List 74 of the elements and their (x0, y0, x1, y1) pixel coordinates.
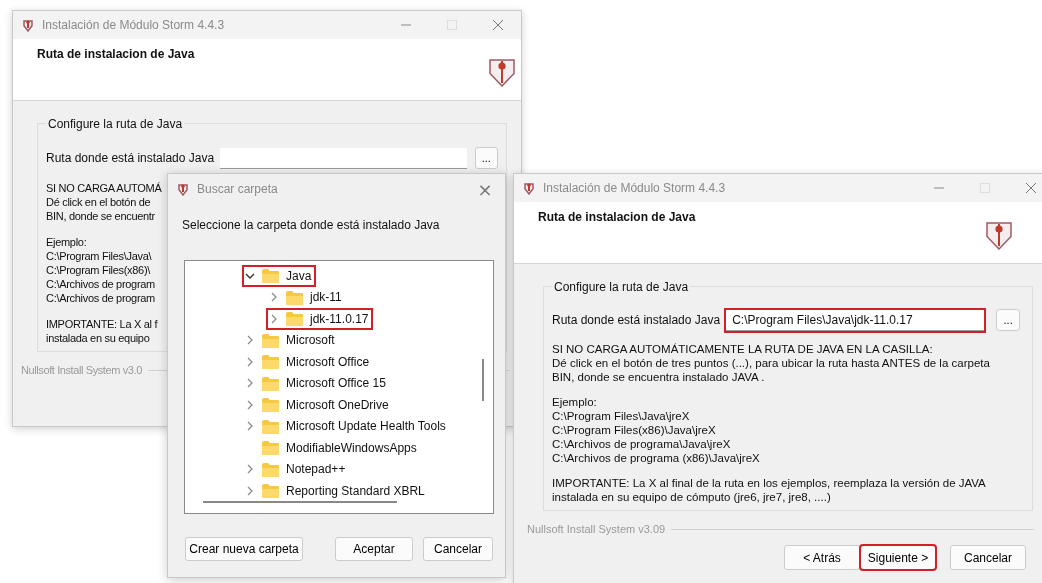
folder-icon (285, 310, 304, 328)
wizard-button[interactable]: Cancelar (950, 545, 1026, 570)
dialog-button[interactable]: Cancelar (423, 537, 493, 561)
instruction-text: C:\Program Files\Java\jreX (552, 409, 690, 423)
folder-icon (261, 460, 280, 478)
close-button[interactable]: × (465, 175, 505, 203)
tree-item[interactable]: Microsoft Office 15 (243, 373, 390, 394)
instruction-text: SI NO CARGA AUTOMÁ (46, 181, 162, 195)
close-icon (493, 20, 503, 30)
scrollbar-thumb[interactable] (203, 501, 397, 503)
instruction-text: C:\Archivos de programa\Java\jreX (552, 437, 731, 451)
tree-item[interactable]: jdk-11.0.17 (267, 308, 373, 329)
instruction-text: IMPORTANTE: La X al f (46, 317, 158, 331)
path-field[interactable]: C:\Program Files\Java\jdk-11.0.17 (726, 309, 985, 331)
wizard-button[interactable]: < Atrás (784, 545, 860, 570)
instruction-text: C:\Program Files(x86)\ (46, 263, 151, 277)
tree-item[interactable]: Java (243, 265, 316, 286)
folder-icon (261, 439, 280, 457)
crest-icon (176, 182, 190, 196)
instruction-text: instalada en su equipo (46, 331, 150, 345)
instruction-text: Dé click en el botón de (46, 195, 151, 209)
scrollbar-thumb[interactable] (482, 359, 484, 401)
instruction-text: IMPORTANTE: La X al final de la ruta en los ejemplos, reemplaza la versión de JAVA (552, 476, 986, 490)
tree-item[interactable]: jdk-11 (267, 287, 346, 308)
tree-item[interactable]: Microsoft OneDrive (243, 394, 393, 415)
tree-item[interactable]: ModifiableWindowsApps (243, 437, 421, 458)
instruction-text: BIN, donde se encuentra instalado JAVA . (552, 370, 765, 384)
crest-icon (984, 220, 1014, 250)
tree-item[interactable]: Microsoft Office (243, 351, 374, 372)
folder-icon (261, 374, 280, 392)
browse-button[interactable]: ... (996, 309, 1021, 331)
window-title: Buscar carpeta (197, 182, 278, 196)
folder-icon (261, 353, 280, 371)
close-icon (1026, 183, 1036, 193)
field-label: Ruta donde está instalado Java (46, 151, 215, 165)
page-heading: Ruta de instalacion de Java (538, 210, 696, 224)
tree-item[interactable]: Microsoft Update Health Tools (243, 416, 450, 437)
instruction-text: C:\Archivos de program (46, 291, 155, 305)
tree-item[interactable]: Reporting Standard XBRL (243, 480, 429, 501)
page-heading: Ruta de instalacion de Java (37, 47, 195, 61)
group-title: Configure la ruta de Java (552, 280, 691, 294)
tree-item[interactable]: Microsoft (243, 330, 339, 351)
browse-button[interactable]: ... (474, 147, 498, 169)
folder-icon (261, 331, 280, 349)
instruction-text: Ejemplo: (552, 395, 597, 409)
instruction-text: C:\Archivos de programa (x86)\Java\jreX (552, 451, 760, 465)
folder-icon (261, 396, 280, 414)
footer-text: Nullsoft Install System v3.0 (21, 364, 142, 376)
field-label: Ruta donde está instalado Java (552, 313, 721, 327)
instruction-text: C:\Archivos de program (46, 277, 155, 291)
instruction-text: Dé click en el botón de tres puntos (...), para ubicar la ruta hasta ANTES de la carpeta (552, 356, 990, 370)
crest-icon (522, 181, 536, 195)
folder-icon (261, 482, 280, 500)
folder-icon (261, 417, 280, 435)
group-title: Configure la ruta de Java (46, 117, 185, 131)
instruction-text: instalada en su equipo de cómputo (jre6, jre7, jre8, ....) (552, 490, 831, 504)
instruction-text: Ejemplo: (46, 235, 87, 249)
folder-icon (261, 267, 280, 285)
crest-icon (487, 57, 517, 87)
footer-text: Nullsoft Install System v3.09 (527, 523, 666, 535)
path-field[interactable] (220, 147, 467, 169)
tree-item[interactable]: Notepad++ (243, 459, 350, 480)
window-title: Instalación de Módulo Storm 4.4.3 (42, 18, 225, 32)
instruction-text: C:\Program Files\Java\ (46, 249, 152, 263)
instruction-text: BIN, donde se encuentr (46, 209, 155, 223)
folder-icon (285, 288, 304, 306)
dialog-button[interactable]: Aceptar (335, 537, 413, 561)
instruction-text: SI NO CARGA AUTOMÁTICAMENTE LA RUTA DE JAVA EN LA CASILLA: (552, 342, 933, 356)
crest-icon (21, 18, 35, 32)
window-title: Instalación de Módulo Storm 4.4.3 (543, 181, 726, 195)
instruction-text: C:\Program Files(x86)\Java\jreX (552, 423, 716, 437)
dialog-button[interactable]: Crear nueva carpeta (185, 537, 303, 561)
wizard-button[interactable]: Siguiente > (860, 545, 936, 570)
prompt-text: Seleccione la carpeta donde está instalado Java (182, 218, 441, 232)
